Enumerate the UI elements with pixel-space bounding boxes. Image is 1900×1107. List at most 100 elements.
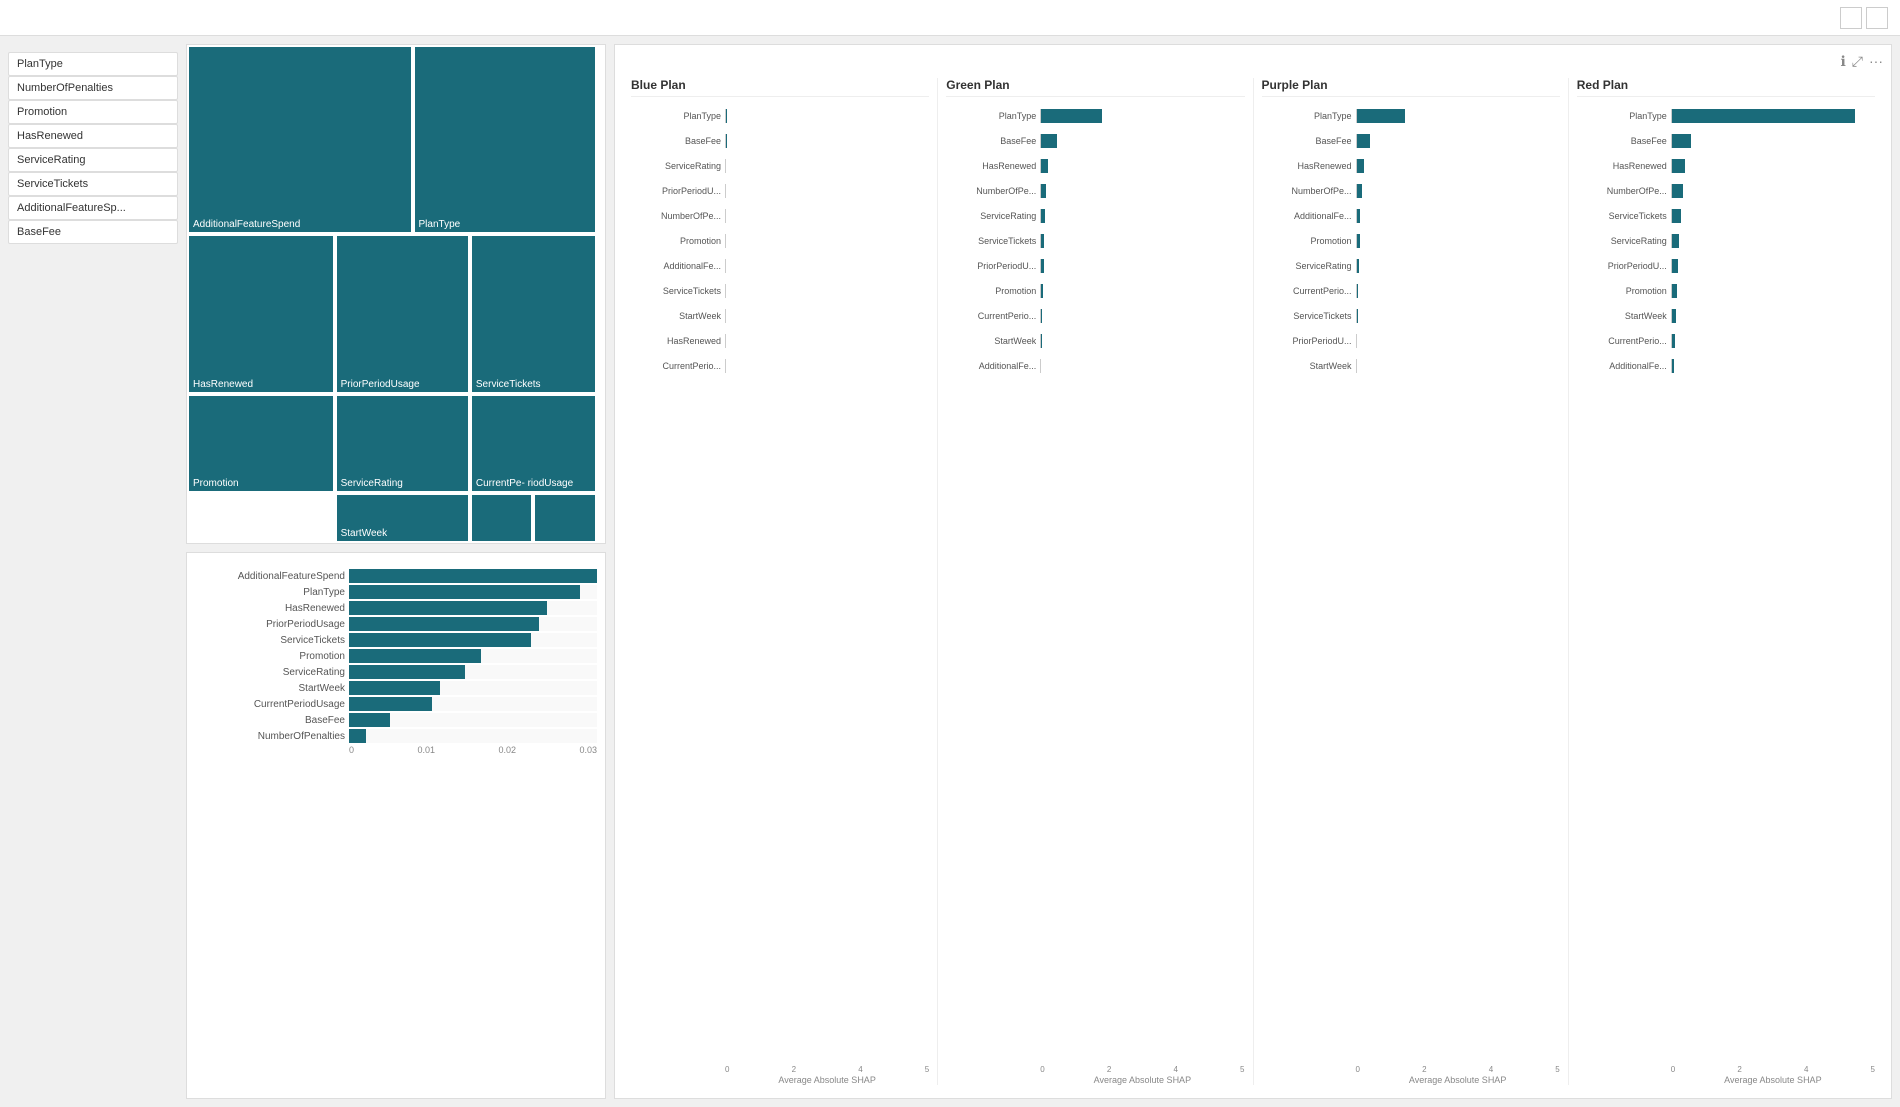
zero-line (725, 259, 726, 273)
plan-row-label: AdditionalFe... (1577, 361, 1667, 371)
plan-row-label: PriorPeriodU... (1262, 336, 1352, 346)
plan-row: ServiceRating (1262, 255, 1560, 277)
plan-bar (1671, 184, 1683, 198)
shap-charts-container: Blue PlanPlanTypeBaseFeeServiceRatingPri… (623, 78, 1883, 1085)
sidebar-item-servicerating[interactable]: ServiceRating (8, 148, 178, 172)
zero-line (1356, 209, 1357, 223)
plan-bar-area (1671, 134, 1875, 148)
plan-row: ServiceTickets (1262, 305, 1560, 327)
sidebar-item-additionalfeature[interactable]: AdditionalFeatureSp... (8, 196, 178, 220)
zero-line (1671, 184, 1672, 198)
plan-bar-area (725, 134, 929, 148)
plan-bar-area (1356, 334, 1560, 348)
plan-bar-area (1040, 184, 1244, 198)
feature-row: NumberOfPenalties (215, 729, 597, 743)
plan-x-tick: 5 (1240, 1065, 1244, 1074)
plan-row: BaseFee (631, 130, 929, 152)
feature-bar-container (349, 713, 597, 727)
plan-row: ServiceRating (946, 205, 1244, 227)
plan-bar-area (1040, 159, 1244, 173)
treemap-cell-label: CurrentPe- riodUsage (476, 478, 573, 489)
plan-bar-area (1356, 259, 1560, 273)
plan-bar (1040, 134, 1056, 148)
zero-line (1356, 159, 1357, 173)
zero-line (725, 334, 726, 348)
more-icon[interactable]: ··· (1869, 53, 1883, 70)
plan-bar-area (725, 259, 929, 273)
zero-line (1671, 284, 1672, 298)
plan-bar-area (1671, 184, 1875, 198)
plan-row-label: ServiceRating (631, 161, 721, 171)
plan-row-label: ServiceRating (1262, 261, 1352, 271)
zero-line (1671, 109, 1672, 123)
plan-x-axis: 0245 (1262, 1065, 1560, 1074)
plan-bar-area (1040, 309, 1244, 323)
plan-bar (1671, 134, 1691, 148)
plan-row: HasRenewed (631, 330, 929, 352)
plan-x-tick: 4 (858, 1065, 862, 1074)
zero-line (1356, 334, 1357, 348)
feature-bar (349, 649, 481, 663)
treemap-panel: AdditionalFeatureSpendPlanTypeHasRenewed… (186, 44, 606, 544)
sidebar-item-hasrenewed[interactable]: HasRenewed (8, 124, 178, 148)
plan-row: AdditionalFe... (1262, 205, 1560, 227)
zero-line (1671, 334, 1672, 348)
expand-icon[interactable]: ⤢ (1852, 53, 1863, 70)
sidebar-item-promotion[interactable]: Promotion (8, 100, 178, 124)
plan-bar (1040, 109, 1101, 123)
plan-row-label: BaseFee (1577, 136, 1667, 146)
plan-bar-area (1040, 109, 1244, 123)
plan-bar (1040, 159, 1048, 173)
info-icon[interactable]: ℹ (1840, 53, 1845, 70)
plan-row-label: NumberOfPe... (1577, 186, 1667, 196)
plan-x-tick: 2 (1422, 1065, 1426, 1074)
treemap-cell-label: ServiceTickets (476, 379, 541, 390)
plan-bar-area (1356, 134, 1560, 148)
zero-line (1671, 309, 1672, 323)
plan-row: ServiceRating (1577, 230, 1875, 252)
plan-row-label: PriorPeriodU... (631, 186, 721, 196)
feature-x-tick: 0 (349, 745, 354, 755)
plan-bar-area (1356, 184, 1560, 198)
plan-row: PlanType (1262, 105, 1560, 127)
zero-line (1671, 359, 1672, 373)
plan-title: Green Plan (946, 78, 1244, 97)
plan-row: ServiceTickets (1577, 205, 1875, 227)
feature-bar (349, 729, 366, 743)
plan-row-label: Promotion (631, 236, 721, 246)
plan-row-label: CurrentPerio... (631, 361, 721, 371)
plan-bar (1356, 134, 1370, 148)
plan-row: HasRenewed (1262, 155, 1560, 177)
feature-row-label: ServiceRating (215, 667, 345, 678)
plan-x-tick: 0 (1671, 1065, 1675, 1074)
sidebar-item-basefee[interactable]: BaseFee (8, 220, 178, 244)
plan-x-tick: 0 (725, 1065, 729, 1074)
zero-line (1040, 209, 1041, 223)
treemap-cell: PlanType (413, 45, 598, 234)
header (0, 0, 1900, 36)
feature-bar (349, 617, 539, 631)
sidebar-item-plantype[interactable]: PlanType (8, 52, 178, 76)
plan-column: Blue PlanPlanTypeBaseFeeServiceRatingPri… (623, 78, 938, 1085)
nav-forward-button[interactable] (1866, 7, 1888, 29)
plan-row-label: ServiceTickets (1262, 311, 1352, 321)
plan-row-label: HasRenewed (631, 336, 721, 346)
zero-line (1040, 159, 1041, 173)
plan-bar-area (1040, 134, 1244, 148)
zero-line (725, 309, 726, 323)
shap-panel-header: ℹ ⤢ ··· (623, 53, 1883, 70)
plan-x-axis: 0245 (631, 1065, 929, 1074)
nav-back-button[interactable] (1840, 7, 1862, 29)
plan-bar-area (1671, 109, 1875, 123)
feature-bar (349, 697, 432, 711)
plan-row: Promotion (631, 230, 929, 252)
plan-bar-area (725, 334, 929, 348)
plan-row-label: ServiceRating (946, 211, 1036, 221)
plan-row-label: CurrentPerio... (1577, 336, 1667, 346)
plan-row: PlanType (1577, 105, 1875, 127)
plan-row-label: BaseFee (946, 136, 1036, 146)
sidebar-item-servicetickets[interactable]: ServiceTickets (8, 172, 178, 196)
sidebar-item-numpenalties[interactable]: NumberOfPenalties (8, 76, 178, 100)
plan-row-label: StartWeek (631, 311, 721, 321)
treemap-cell: ServiceTickets (470, 234, 597, 393)
